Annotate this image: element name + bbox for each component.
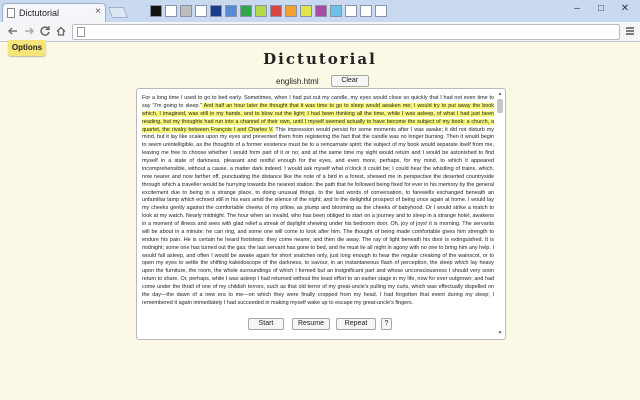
scroll-down-arrow-icon[interactable]: ▼ (496, 330, 504, 337)
color-swatch[interactable] (210, 5, 222, 17)
text-panel[interactable]: For a long time I used to go to bed earl… (136, 88, 506, 340)
reload-icon[interactable] (38, 25, 52, 39)
minimize-button[interactable]: – (566, 1, 588, 17)
color-swatch[interactable] (300, 5, 312, 17)
color-swatch[interactable] (195, 5, 207, 17)
color-swatch[interactable] (315, 5, 327, 17)
color-swatch[interactable] (240, 5, 252, 17)
close-tab-icon[interactable]: × (95, 6, 101, 17)
start-button[interactable]: Start (248, 318, 284, 330)
playback-controls: Start Resume Repeat ? (0, 318, 640, 330)
color-swatch[interactable] (330, 5, 342, 17)
file-row: english.html Clear (276, 74, 369, 88)
page-icon (7, 8, 15, 18)
color-swatch[interactable] (375, 5, 387, 17)
text-body: For a long time I used to go to bed earl… (142, 95, 494, 308)
resume-button[interactable]: Resume (292, 318, 330, 330)
color-palette (150, 5, 387, 17)
scroll-up-arrow-icon[interactable]: ▲ (496, 91, 504, 98)
color-swatch[interactable] (150, 5, 162, 17)
color-swatch[interactable] (360, 5, 372, 17)
scroll-thumb[interactable] (497, 99, 503, 113)
maximize-button[interactable]: □ (590, 1, 612, 17)
color-swatch[interactable] (255, 5, 267, 17)
page-title: Dictutorial (263, 50, 377, 68)
color-swatch[interactable] (165, 5, 177, 17)
clear-button[interactable]: Clear (330, 75, 369, 87)
file-name: english.html (276, 76, 319, 86)
browser-titlebar: Dictutorial × – □ ✕ (0, 0, 640, 22)
color-swatch[interactable] (270, 5, 282, 17)
arrow-left-icon[interactable] (6, 25, 20, 39)
browser-tab[interactable]: Dictutorial × (2, 3, 106, 22)
text-after: This impression would persist for some m… (142, 126, 494, 306)
color-swatch[interactable] (345, 5, 357, 17)
color-swatch[interactable] (285, 5, 297, 17)
menu-icon[interactable] (625, 26, 635, 38)
repeat-button[interactable]: Repeat (336, 318, 376, 330)
scrollbar[interactable]: ▲ ▼ (496, 91, 504, 337)
close-window-button[interactable]: ✕ (614, 1, 636, 17)
home-icon[interactable] (54, 25, 68, 39)
arrow-right-icon[interactable] (22, 25, 36, 39)
tab-title: Dictutorial (19, 8, 60, 18)
color-swatch[interactable] (225, 5, 237, 17)
window-controls: – □ ✕ (566, 1, 636, 17)
address-bar[interactable] (72, 24, 620, 40)
browser-toolbar (0, 22, 640, 42)
help-button[interactable]: ? (381, 318, 392, 330)
new-tab-button[interactable] (107, 7, 129, 18)
color-swatch[interactable] (180, 5, 192, 17)
page-icon (77, 27, 85, 37)
